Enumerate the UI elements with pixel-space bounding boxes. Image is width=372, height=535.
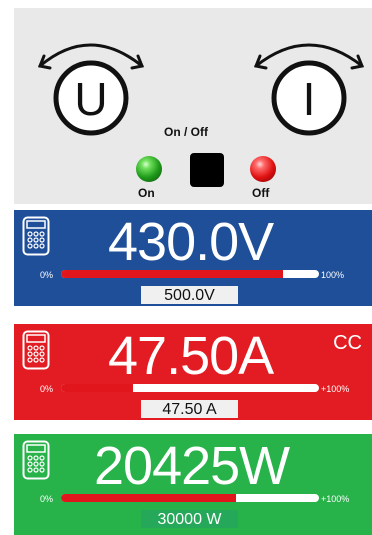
voltage-bar — [61, 270, 319, 278]
power-bar-fill — [61, 494, 237, 502]
voltage-bar-min-label: 0% — [40, 270, 54, 280]
voltage-panel: 430.0V 0% 100% 500.0V — [14, 210, 372, 306]
onoff-button[interactable] — [190, 153, 224, 187]
current-set-value[interactable]: 47.50 A — [141, 400, 238, 418]
current-bar-fill — [61, 384, 134, 392]
current-knob-label: I — [303, 73, 316, 125]
current-bar-max-label: +100% — [321, 384, 350, 394]
current-bar-min-label: 0% — [40, 384, 54, 394]
led-off-icon — [250, 156, 276, 182]
current-knob[interactable]: I — [244, 28, 372, 143]
voltage-knob[interactable]: U — [30, 28, 152, 143]
onoff-title: On / Off — [164, 125, 208, 139]
power-bar-max-label: +100% — [321, 494, 350, 504]
power-bar — [61, 494, 319, 502]
power-panel: 20425W 0% +100% 30000 W — [14, 434, 372, 535]
regulation-mode-badge: CC — [333, 332, 362, 354]
power-set-value[interactable]: 30000 W — [141, 510, 238, 528]
calculator-icon[interactable] — [22, 216, 50, 256]
current-panel: 47.50A CC 0% +100% 47.50 A — [14, 324, 372, 420]
voltage-bar-max-label: 100% — [321, 270, 345, 280]
power-bar-min-label: 0% — [40, 494, 54, 504]
voltage-actual-value: 430.0V — [108, 212, 274, 272]
voltage-set-value[interactable]: 500.0V — [141, 286, 238, 304]
calculator-icon[interactable] — [22, 330, 50, 370]
power-actual-value: 20425W — [94, 436, 290, 496]
current-actual-value: 47.50A — [108, 326, 274, 386]
voltage-bar-fill — [61, 270, 283, 278]
calculator-icon[interactable] — [22, 440, 50, 480]
control-panel: U I On / Off On Off — [14, 8, 372, 204]
led-off-label: Off — [252, 186, 270, 200]
led-on-label: On — [138, 186, 155, 200]
voltage-knob-label: U — [74, 73, 107, 125]
current-bar — [61, 384, 319, 392]
led-on-icon — [136, 156, 162, 182]
